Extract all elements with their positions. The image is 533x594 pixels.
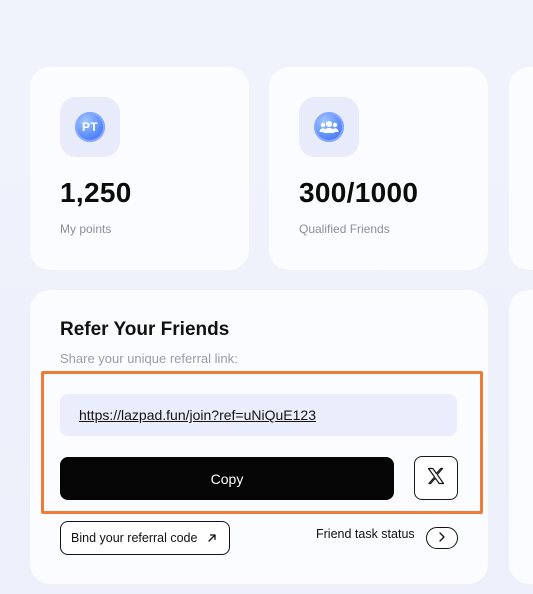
next-panel-partial xyxy=(509,290,533,584)
friend-task-status-button[interactable] xyxy=(426,527,458,549)
qualified-friends-card: 300/1000 Qualified Friends xyxy=(269,67,488,270)
bind-referral-code-label: Bind your referral code xyxy=(71,531,198,545)
share-x-button[interactable] xyxy=(414,456,458,500)
friend-task-status-label[interactable]: Friend task status xyxy=(316,527,415,541)
chevron-right-icon xyxy=(438,529,446,547)
friends-value: 300/1000 xyxy=(299,177,419,208)
friends-label: Qualified Friends xyxy=(299,222,390,236)
referral-link-field[interactable]: https://lazpad.fun/join?ref=uNiQuE123 xyxy=(60,394,457,436)
refer-subtitle: Share your unique referral link: xyxy=(60,351,238,366)
refer-title: Refer Your Friends xyxy=(60,319,230,340)
copy-button-label: Copy xyxy=(210,470,244,487)
bind-referral-code-button[interactable]: Bind your referral code xyxy=(60,521,230,555)
points-icon-container: PT xyxy=(60,97,120,157)
points-coin-label: PT xyxy=(82,120,98,134)
points-label: My points xyxy=(60,222,112,236)
points-card: PT 1,250 My points xyxy=(30,67,249,270)
copy-button[interactable]: Copy xyxy=(60,457,394,500)
referral-page: PT 1,250 My points 300/1000 Qualified Fr… xyxy=(0,0,533,594)
points-coin-icon: PT xyxy=(75,112,105,142)
arrow-up-right-icon xyxy=(207,531,217,546)
group-users-icon xyxy=(314,112,344,142)
next-card-partial xyxy=(509,67,533,270)
refer-friends-card: Refer Your Friends Share your unique ref… xyxy=(30,290,488,584)
x-logo-icon xyxy=(426,466,446,491)
friends-icon-container xyxy=(299,97,359,157)
points-value: 1,250 xyxy=(60,177,132,208)
